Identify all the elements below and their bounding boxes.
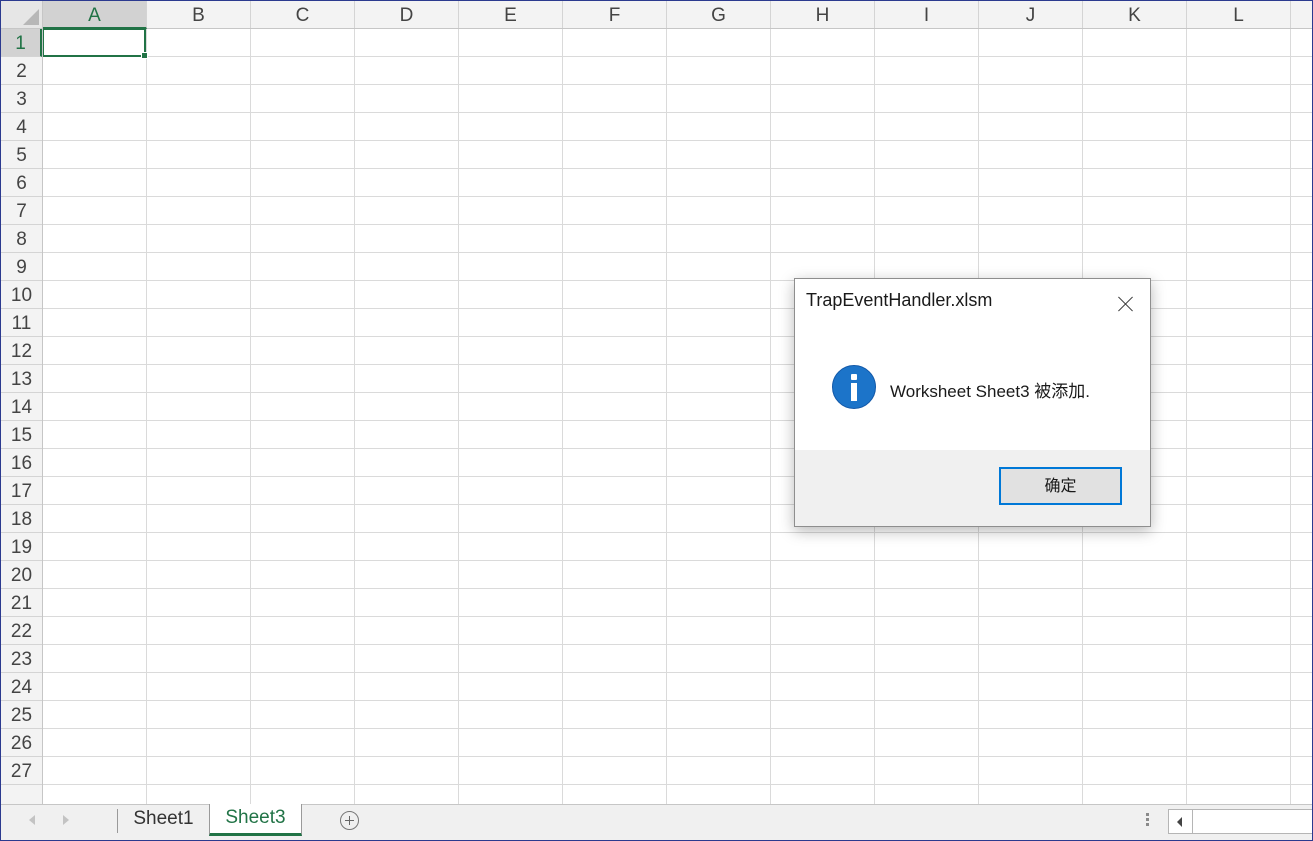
row-header-14[interactable]: 14	[1, 393, 42, 421]
column-header-g[interactable]: G	[667, 1, 771, 28]
row-header-19[interactable]: 19	[1, 533, 42, 561]
row-headers: 1 2 3 4 5 6 7 8 9 10 11 12 13 14 15 16 17 18 19 20 21 22 23 24 2…	[1, 29, 43, 804]
row-header-10[interactable]: 10	[1, 281, 42, 309]
column-header-d[interactable]: D	[355, 1, 459, 28]
row-header-26[interactable]: 26	[1, 729, 42, 757]
scroll-tabs-right-icon[interactable]	[63, 815, 69, 825]
row-header-1[interactable]: 1	[1, 29, 42, 57]
active-cell-a1[interactable]	[43, 29, 148, 59]
row-header-23[interactable]: 23	[1, 645, 42, 673]
column-header-l[interactable]: L	[1187, 1, 1291, 28]
column-header-e[interactable]: E	[459, 1, 563, 28]
row-header-3[interactable]: 3	[1, 85, 42, 113]
select-all-corner[interactable]	[1, 1, 43, 29]
tab-sheet3[interactable]: Sheet3	[209, 804, 302, 836]
scroll-tabs-left-icon[interactable]	[29, 815, 35, 825]
row-header-12[interactable]: 12	[1, 337, 42, 365]
column-header-a[interactable]: A	[43, 1, 147, 29]
row-header-2[interactable]: 2	[1, 57, 42, 85]
row-header-11[interactable]: 11	[1, 309, 42, 337]
row-header-7[interactable]: 7	[1, 197, 42, 225]
column-header-i[interactable]: I	[875, 1, 979, 28]
scroll-left-icon[interactable]	[1169, 810, 1193, 833]
column-header-k[interactable]: K	[1083, 1, 1187, 28]
row-header-21[interactable]: 21	[1, 589, 42, 617]
row-header-17[interactable]: 17	[1, 477, 42, 505]
horizontal-scrollbar[interactable]	[1168, 809, 1312, 834]
row-header-5[interactable]: 5	[1, 141, 42, 169]
splitter-handle-icon[interactable]	[1146, 813, 1150, 828]
row-header-9[interactable]: 9	[1, 253, 42, 281]
tab-sheet1[interactable]: Sheet1	[118, 805, 209, 834]
row-header-8[interactable]: 8	[1, 225, 42, 253]
row-header-20[interactable]: 20	[1, 561, 42, 589]
row-header-25[interactable]: 25	[1, 701, 42, 729]
row-header-27[interactable]: 27	[1, 757, 42, 785]
row-header-18[interactable]: 18	[1, 505, 42, 533]
sheet-tab-bar: Sheet1 Sheet3	[1, 804, 1312, 840]
add-sheet-icon[interactable]	[340, 811, 359, 830]
row-header-22[interactable]: 22	[1, 617, 42, 645]
row-header-6[interactable]: 6	[1, 169, 42, 197]
message-dialog: TrapEventHandler.xlsm Worksheet Sheet3 被…	[794, 278, 1151, 527]
column-header-c[interactable]: C	[251, 1, 355, 28]
ok-button[interactable]: 确定	[999, 467, 1122, 505]
column-header-j[interactable]: J	[979, 1, 1083, 28]
info-icon	[832, 365, 876, 409]
row-header-4[interactable]: 4	[1, 113, 42, 141]
column-header-b[interactable]: B	[147, 1, 251, 28]
row-header-13[interactable]: 13	[1, 365, 42, 393]
row-header-16[interactable]: 16	[1, 449, 42, 477]
close-icon[interactable]	[1111, 289, 1139, 315]
column-headers: ABCDEFGHIJKL	[43, 1, 1312, 29]
column-header-f[interactable]: F	[563, 1, 667, 28]
dialog-message: Worksheet Sheet3 被添加.	[890, 382, 1090, 401]
excel-window: ABCDEFGHIJKL 1 2 3 4 5 6 7 8 9 10 11 12 13 14 15 16 17 18…	[0, 0, 1313, 841]
row-header-24[interactable]: 24	[1, 673, 42, 701]
fill-handle[interactable]	[141, 52, 148, 59]
dialog-title: TrapEventHandler.xlsm	[806, 290, 993, 310]
dialog-footer: 确定	[795, 450, 1150, 526]
column-header-h[interactable]: H	[771, 1, 875, 28]
row-header-15[interactable]: 15	[1, 421, 42, 449]
